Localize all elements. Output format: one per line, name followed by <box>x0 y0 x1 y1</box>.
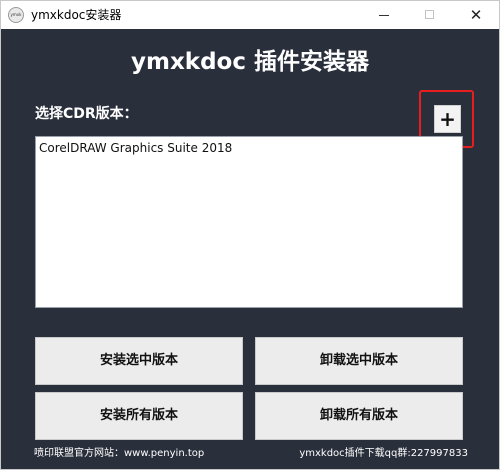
version-list[interactable]: CorelDRAW Graphics Suite 2018 <box>35 136 463 308</box>
install-all-button[interactable]: 安装所有版本 <box>35 392 243 440</box>
install-selected-button[interactable]: 安装选中版本 <box>35 337 243 385</box>
maximize-icon <box>425 10 434 19</box>
official-website-text: 喷印联盟官方网站：www.penyin.top <box>34 448 205 459</box>
page-title: ymxkdoc 插件安装器 <box>131 49 369 75</box>
close-icon: ✕ <box>469 6 483 24</box>
minimize-icon <box>379 15 389 16</box>
app-logo-icon: ymxk <box>8 7 24 23</box>
title-bar[interactable]: ymxk ymxkdoc安装器 ✕ <box>1 1 499 29</box>
installer-window: ymxk ymxkdoc安装器 ✕ ymxkdoc 插件安装器 选择CDR版本：… <box>0 0 500 470</box>
uninstall-selected-button[interactable]: 卸载选中版本 <box>255 337 463 385</box>
close-button[interactable]: ✕ <box>453 1 499 29</box>
qq-group-text: ymxkdoc插件下载qq群:227997833 <box>299 448 468 459</box>
window-title: ymxkdoc安装器 <box>31 8 122 22</box>
select-version-label: 选择CDR版本： <box>35 106 138 122</box>
maximize-button[interactable] <box>407 1 453 29</box>
minimize-button[interactable] <box>361 1 407 29</box>
uninstall-all-button[interactable]: 卸载所有版本 <box>255 392 463 440</box>
add-version-button[interactable]: + <box>434 105 461 133</box>
list-item[interactable]: CorelDRAW Graphics Suite 2018 <box>36 137 462 159</box>
